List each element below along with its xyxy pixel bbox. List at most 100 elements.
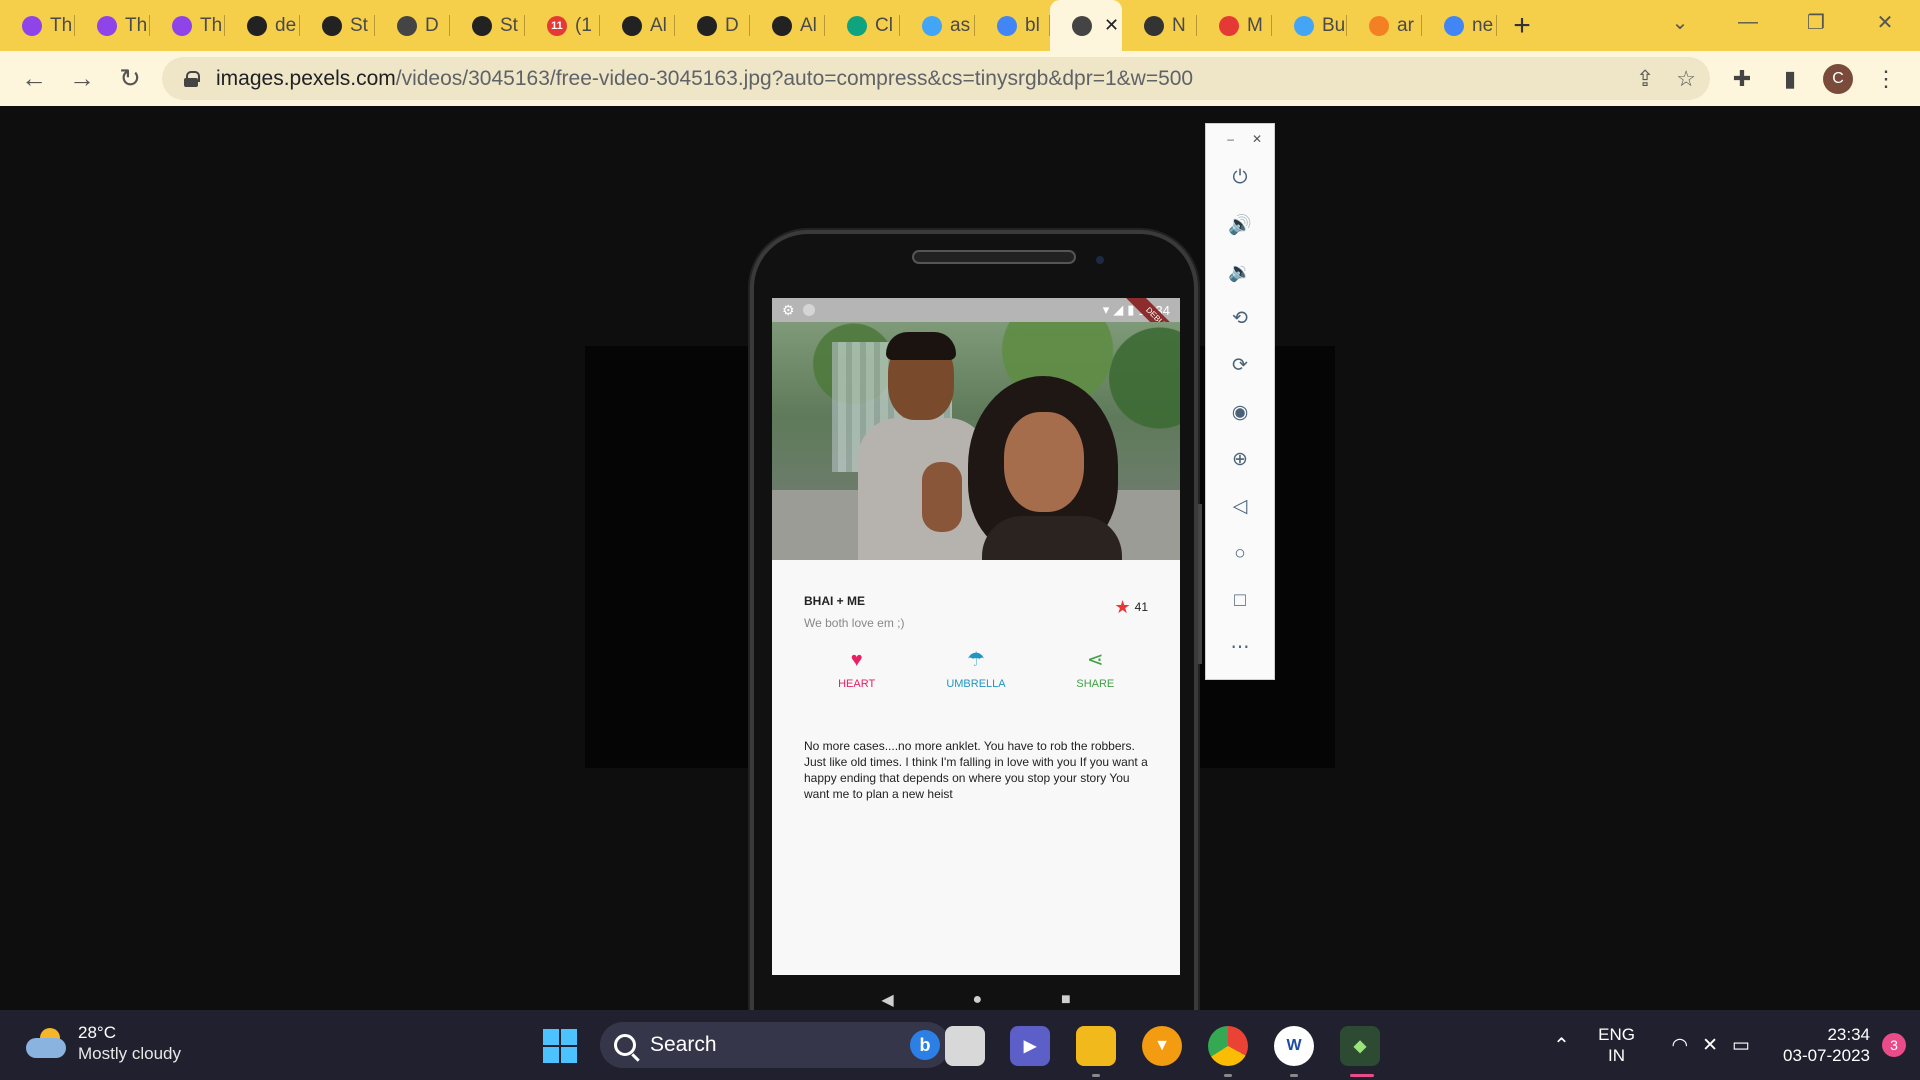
zoom-icon[interactable]: ⊕ (1206, 436, 1274, 483)
android-status-bar: ⚙ ▾ ◢ ▮ 11:34 (772, 298, 1180, 322)
rotate-left-icon[interactable]: ⟲ (1206, 295, 1274, 342)
profile-button[interactable]: C (1814, 57, 1862, 101)
address-bar[interactable]: images.pexels.com/videos/3045163/free-vi… (162, 57, 1710, 100)
rating[interactable]: ★ 41 (1115, 598, 1149, 616)
tab-10[interactable]: Al (750, 0, 825, 51)
tab-title: St (500, 14, 518, 36)
tab-9[interactable]: D (675, 0, 750, 51)
signal-icon: ◢ (1113, 302, 1124, 317)
emulator-minimize-icon[interactable]: – (1227, 132, 1234, 146)
tab-title: ne (1472, 14, 1494, 36)
bing-icon[interactable]: b (910, 1030, 940, 1060)
minimize-button[interactable]: — (1718, 0, 1778, 44)
close-window-button[interactable]: ✕ (1855, 0, 1915, 44)
stackoverflow-icon (1369, 15, 1389, 36)
tab-title: Th (125, 14, 148, 36)
card-title: BHAI + ME (804, 594, 866, 608)
close-tab-icon[interactable]: ✕ (1104, 15, 1119, 36)
more-icon[interactable]: ⋯ (1206, 624, 1274, 671)
github-icon (247, 15, 267, 36)
tab-11[interactable]: Cl (825, 0, 900, 51)
tab-1[interactable]: Th (75, 0, 150, 51)
taskbar-search[interactable]: Search b (600, 1022, 950, 1068)
nav-home-icon[interactable]: ● (972, 991, 982, 1009)
emulator-close-icon[interactable]: ✕ (1252, 132, 1262, 146)
clock[interactable]: 23:34 03-07-2023 (1770, 1024, 1870, 1066)
back-button[interactable]: ← (10, 57, 58, 101)
tab-title: D (425, 14, 439, 36)
weather-widget[interactable]: 28°C Mostly cloudy (26, 1022, 181, 1064)
show-hidden-icons-icon[interactable]: ⌃ (1542, 1033, 1582, 1058)
tab-2[interactable]: Th (150, 0, 225, 51)
github-icon (622, 15, 642, 36)
tab-active[interactable]: ✕ (1050, 0, 1122, 51)
tab-13[interactable]: bl (975, 0, 1050, 51)
new-tab-button[interactable]: + (1497, 0, 1547, 51)
wifi-tray-icon[interactable]: ◠ (1672, 1034, 1689, 1057)
notification-icon: 11 (547, 15, 567, 36)
volume-down-icon[interactable]: 🔉 (1206, 248, 1274, 295)
nav-recents-icon[interactable]: ■ (1061, 991, 1071, 1009)
share-page-icon[interactable]: ⇪ (1636, 66, 1654, 92)
home-icon[interactable]: ○ (1206, 530, 1274, 577)
tab-8[interactable]: Al (600, 0, 675, 51)
star-icon[interactable]: ★ (1115, 598, 1131, 616)
bookmark-star-icon[interactable]: ☆ (1676, 66, 1696, 92)
rotate-right-icon[interactable]: ⟳ (1206, 342, 1274, 389)
teams-icon[interactable]: ▶ (1010, 1026, 1050, 1066)
battery-tray-icon[interactable]: ▭ (1732, 1034, 1750, 1057)
task-view-icon[interactable] (945, 1026, 985, 1066)
tab-5[interactable]: D (375, 0, 450, 51)
uptime-icon (172, 15, 192, 36)
heart-icon: ♥ (850, 649, 863, 671)
umbrella-icon: ☂ (967, 649, 985, 671)
tab-6[interactable]: St (450, 0, 525, 51)
camera-icon[interactable]: ◉ (1206, 389, 1274, 436)
heart-button[interactable]: ♥ HEART (807, 648, 907, 708)
tab-12[interactable]: as (900, 0, 975, 51)
language-indicator[interactable]: ENG IN (1582, 1024, 1652, 1066)
side-panel-icon[interactable]: ▮ (1766, 57, 1814, 101)
vs-app-icon[interactable]: W (1274, 1026, 1314, 1066)
back-icon[interactable]: ◁ (1206, 483, 1274, 530)
tab-7[interactable]: 11 (1 (525, 0, 600, 51)
tab-title: Al (800, 14, 817, 36)
notification-badge[interactable]: 3 (1882, 1033, 1906, 1057)
reload-button[interactable]: ↻ (106, 57, 154, 101)
lock-icon[interactable] (184, 70, 200, 87)
share-icon: ⋖ (1086, 649, 1104, 671)
start-button[interactable] (543, 1029, 577, 1063)
tab-title: Th (200, 14, 223, 36)
nav-back-icon[interactable]: ◀ (881, 990, 893, 1010)
umbrella-button[interactable]: ☂ UMBRELLA (926, 648, 1026, 708)
forward-button[interactable]: → (58, 57, 106, 101)
extensions-icon[interactable]: ✚ (1718, 57, 1766, 101)
menu-icon[interactable]: ⋮ (1862, 57, 1910, 101)
brave-icon[interactable]: ▼ (1142, 1026, 1182, 1066)
tab-3[interactable]: de (225, 0, 300, 51)
overview-icon[interactable]: □ (1206, 577, 1274, 624)
muted-speaker-icon[interactable]: ✕ (1702, 1034, 1718, 1057)
share-button[interactable]: ⋖ SHARE (1045, 648, 1145, 708)
file-explorer-icon[interactable] (1076, 1026, 1116, 1066)
flutter-icon (1294, 15, 1314, 36)
flutter-icon (922, 15, 942, 36)
tab-after-0[interactable]: N (1122, 0, 1197, 51)
tab-after-1[interactable]: M (1197, 0, 1272, 51)
search-icon (614, 1034, 636, 1056)
tab-after-2[interactable]: Bu (1272, 0, 1347, 51)
windows-taskbar: 28°C Mostly cloudy Search b ▶ ▼ W ◆ ⌃ EN… (0, 1010, 1920, 1080)
volume-up-icon[interactable]: 🔊 (1206, 201, 1274, 248)
tab-search-icon[interactable]: ⌄ (1650, 0, 1710, 44)
tab-after-3[interactable]: ar (1347, 0, 1422, 51)
power-icon[interactable]: ⏻ (1206, 154, 1274, 201)
tab-0[interactable]: Th (0, 0, 75, 51)
chrome-icon[interactable] (1208, 1026, 1248, 1066)
tab-4[interactable]: St (300, 0, 375, 51)
globe-icon (397, 15, 417, 36)
tab-after-4[interactable]: ne (1422, 0, 1497, 51)
share-label: SHARE (1076, 678, 1115, 690)
android-studio-icon[interactable]: ◆ (1340, 1026, 1380, 1066)
restore-button[interactable]: ❐ (1786, 0, 1846, 44)
tab-title: (1 (575, 14, 592, 36)
